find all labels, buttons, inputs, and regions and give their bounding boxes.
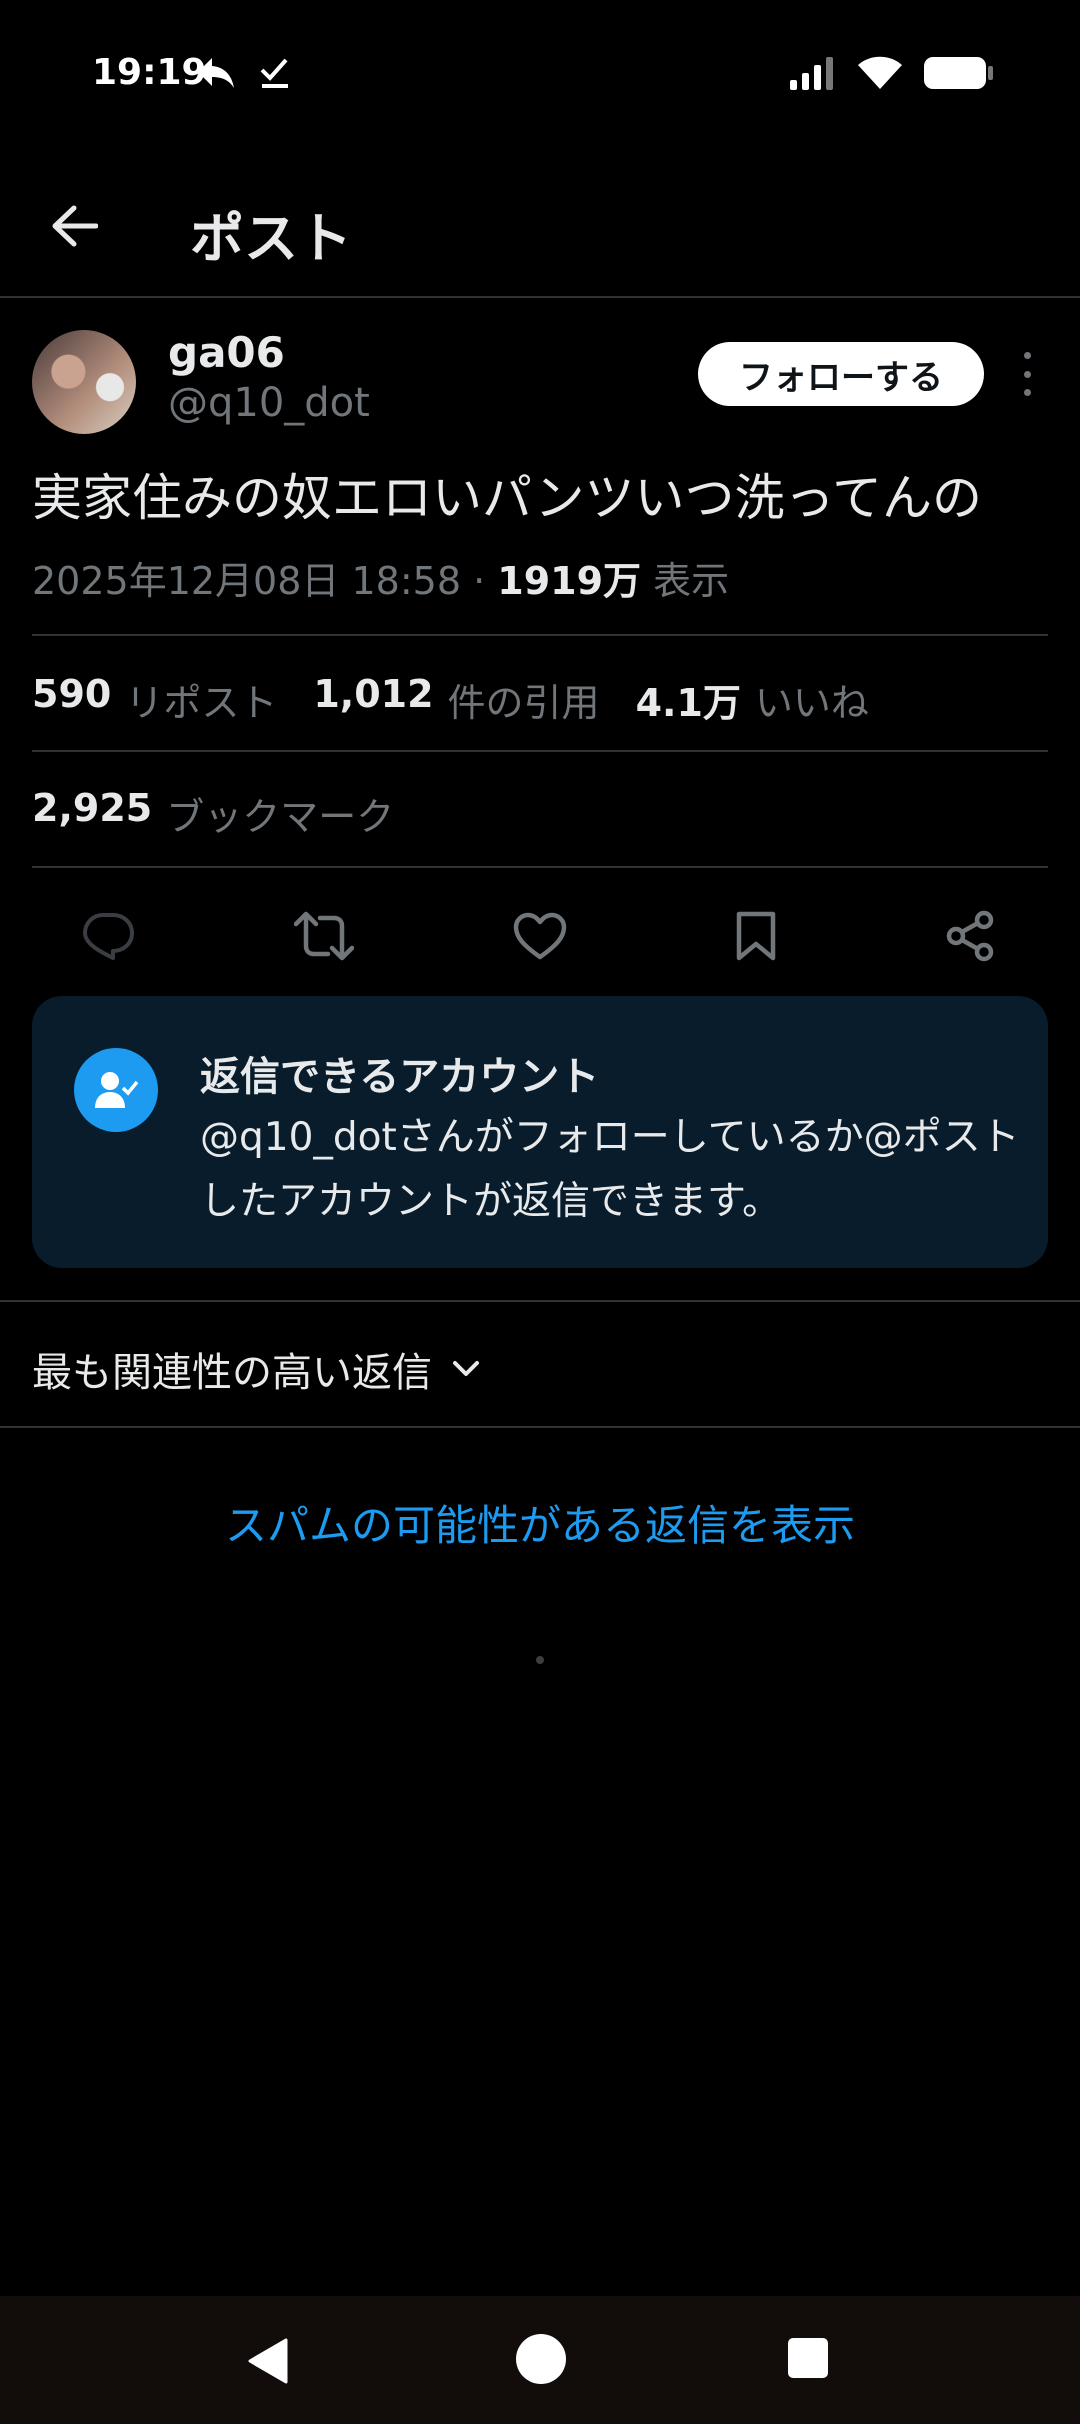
share-icon	[946, 910, 994, 962]
quotes-count: 1,012	[313, 672, 434, 716]
likes-label: いいね	[754, 681, 869, 725]
reply-sort-label: 最も関連性の高い返信	[32, 1350, 432, 1396]
section-divider	[0, 1300, 1080, 1302]
follow-button[interactable]: フォローする	[698, 342, 984, 406]
views-label: 表示	[653, 559, 730, 603]
battery-icon	[924, 57, 993, 89]
quotes-stat[interactable]: 1,012 件の引用	[313, 672, 599, 727]
reply-restriction-badge	[74, 1048, 158, 1132]
header-divider	[0, 296, 1080, 298]
back-button[interactable]	[44, 196, 104, 256]
avatar[interactable]	[32, 330, 136, 434]
bookmark-button[interactable]	[726, 906, 786, 966]
bookmarks-count: 2,925	[32, 786, 153, 830]
bookmarks-stat[interactable]: 2,925 ブックマーク	[32, 786, 394, 841]
bookmarks-label: ブックマーク	[166, 795, 395, 839]
reply-restriction-body: @q10_dotさんがフォローしているか@ポストしたアカウントが返信できます。	[200, 1115, 1020, 1224]
signal-icon	[790, 57, 833, 90]
show-spam-replies-link[interactable]: スパムの可能性がある返信を表示	[0, 1492, 1080, 1553]
status-icons-right	[790, 56, 994, 90]
triangle-back-icon	[248, 2338, 288, 2384]
reply-icon	[83, 913, 134, 960]
meta-separator: ·	[473, 559, 486, 603]
quotes-label: 件の引用	[447, 681, 600, 725]
engagement-stats: 590 リポスト 1,012 件の引用 4.1万 いいね	[32, 672, 869, 727]
nav-home-button[interactable]	[516, 2334, 566, 2384]
reposts-label: リポスト	[125, 681, 278, 725]
repost-icon	[294, 911, 354, 961]
divider	[32, 866, 1048, 868]
more-dot-icon	[1023, 389, 1031, 396]
like-icon	[513, 912, 567, 960]
page-title: ポスト	[190, 207, 352, 270]
section-divider	[0, 1426, 1080, 1428]
reposts-count: 590	[32, 672, 112, 716]
chevron-down-icon	[453, 1361, 479, 1376]
post-date[interactable]: 2025年12月08日 18:58	[32, 559, 461, 603]
divider	[32, 750, 1048, 752]
more-dot-icon	[1023, 370, 1031, 378]
likes-stat[interactable]: 4.1万 いいね	[636, 672, 869, 727]
reply-restriction-title: 返信できるアカウント	[200, 1054, 600, 1100]
author-handle[interactable]: @q10_dot	[168, 380, 370, 426]
likes-count: 4.1万	[635, 681, 741, 725]
divider	[32, 634, 1048, 636]
nav-recents-button[interactable]	[788, 2338, 828, 2378]
loading-indicator	[536, 1656, 544, 1664]
share-button[interactable]	[940, 906, 1000, 966]
post-meta: 2025年12月08日 18:58 · 1919万 表示	[32, 550, 729, 605]
status-time: 19:19	[92, 52, 207, 93]
reply-arrow-icon	[198, 58, 234, 88]
arrow-left-icon	[52, 205, 98, 247]
user-check-icon	[95, 1072, 139, 1108]
more-options-button[interactable]	[1012, 352, 1042, 396]
bookmark-icon	[736, 911, 776, 961]
check-download-icon	[260, 58, 288, 88]
reply-button[interactable]	[78, 906, 138, 966]
like-button[interactable]	[510, 906, 570, 966]
reposts-stat[interactable]: 590 リポスト	[32, 672, 277, 727]
reply-sort-dropdown[interactable]: 最も関連性の高い返信	[32, 1340, 480, 1398]
views-count: 1919万	[497, 559, 642, 603]
nav-back-button[interactable]	[244, 2336, 294, 2386]
author-name[interactable]: ga06	[168, 328, 285, 377]
status-icons-left	[196, 56, 292, 90]
wifi-icon	[858, 56, 902, 89]
post-text: 実家住みの奴エロいパンツいつ洗ってんの	[32, 469, 982, 527]
repost-button[interactable]	[294, 906, 354, 966]
more-dot-icon	[1023, 352, 1031, 359]
